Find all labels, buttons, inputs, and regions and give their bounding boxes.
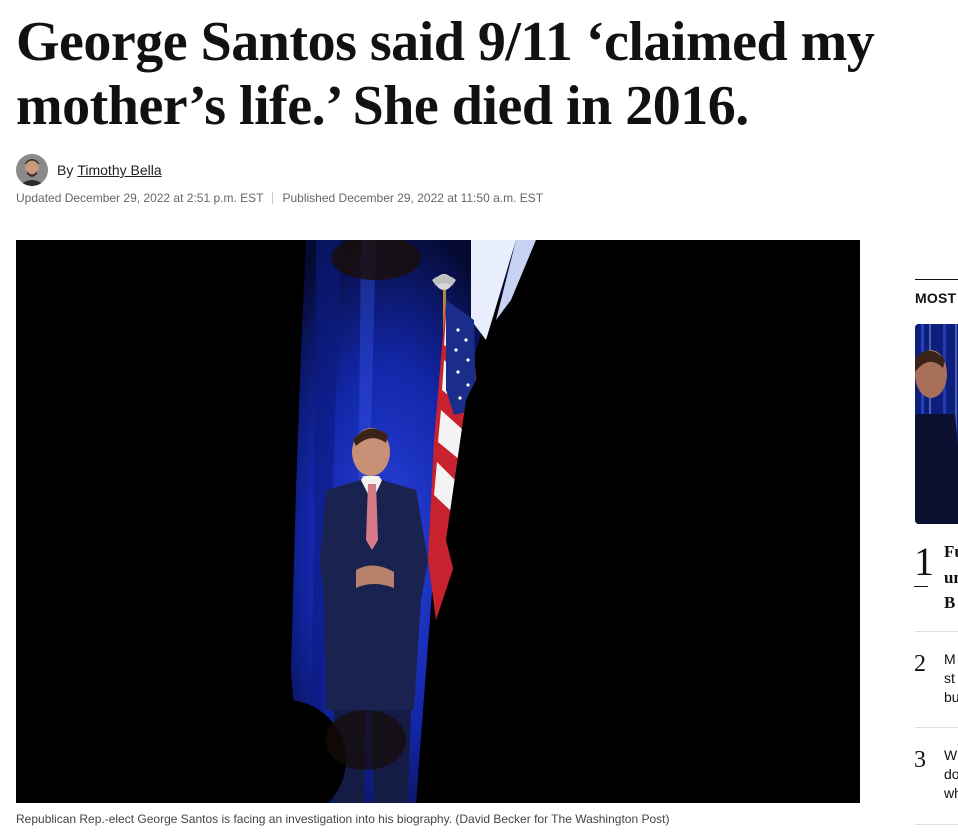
photo-caption: Republican Rep.-elect George Santos is f… [16, 812, 670, 826]
most-read-item[interactable]: 2 M st bu [914, 648, 958, 712]
author-link[interactable]: Timothy Bella [77, 162, 161, 178]
most-read-line: B [944, 593, 956, 612]
author-avatar[interactable] [16, 154, 48, 186]
most-read-item[interactable]: 3 Wl do wh [914, 744, 958, 808]
most-read-line: Wl [944, 747, 958, 763]
lead-photo [16, 240, 860, 803]
most-read-line: un [944, 568, 958, 587]
number-underline [914, 586, 928, 587]
article-timestamps: Updated December 29, 2022 at 2:51 p.m. E… [16, 191, 543, 205]
most-read-number: 3 [914, 747, 926, 773]
timestamp-divider [272, 192, 274, 204]
most-read-line: bu [944, 689, 958, 705]
most-read-line: M [944, 651, 956, 667]
published-timestamp: Published December 29, 2022 at 11:50 a.m… [282, 191, 544, 205]
most-read-number: 1 [914, 540, 934, 584]
updated-timestamp: Updated December 29, 2022 at 2:51 p.m. E… [16, 191, 264, 205]
rail-divider [915, 631, 958, 632]
byline-prefix: By [57, 162, 74, 178]
most-read-heading: MOST [915, 290, 957, 306]
rail-divider [915, 824, 958, 825]
most-read-line: st [944, 670, 955, 686]
most-read-line: do [944, 766, 958, 782]
byline: By Timothy Bella [16, 154, 162, 186]
rail-divider [915, 727, 958, 728]
rail-top-rule [915, 279, 958, 280]
most-read-line: Fu [944, 542, 958, 561]
most-read-item[interactable]: 1 Fu un B [914, 540, 958, 620]
article-headline: George Santos said 9/11 ‘claimed my moth… [16, 11, 875, 137]
most-read-line: wh [944, 785, 958, 801]
most-read-photo[interactable] [915, 324, 958, 524]
most-read-number: 2 [914, 651, 926, 677]
